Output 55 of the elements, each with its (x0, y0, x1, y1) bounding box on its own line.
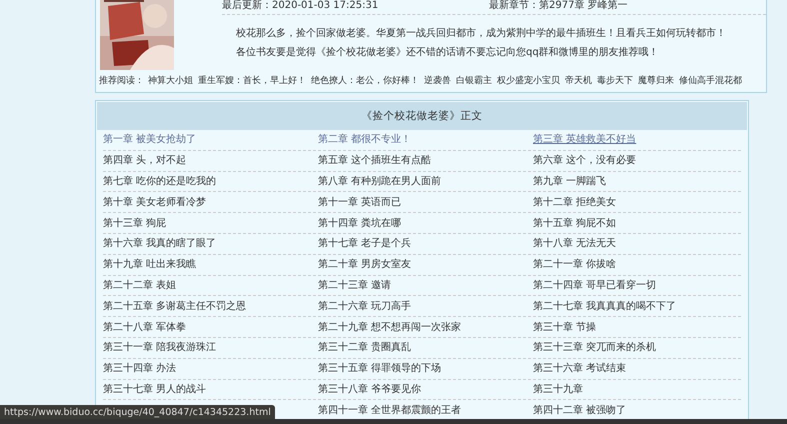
chapter-link[interactable]: 第二章 都很不专业！ (318, 132, 412, 148)
chapter-link[interactable]: 第二十四章 哥早已看穿一切 (533, 278, 656, 293)
recommend-link[interactable]: 毒步天下 (597, 74, 633, 88)
recommend-link[interactable]: 白银霸主 (456, 74, 492, 88)
chapter-link[interactable]: 第十七章 老子是个兵 (318, 236, 412, 252)
chapter-link[interactable]: 第二十章 男房女室友 (318, 257, 412, 272)
list-title: 《捡个校花做老婆》正文 (97, 102, 747, 130)
recommend-link[interactable]: 重生军嫂：首长，早上好！ (198, 74, 306, 88)
chapter-link[interactable]: 第七章 吃你的还是吃我的 (103, 174, 216, 189)
description-text: 校花那么多，捡个回家做老婆。华夏第一战兵回归都市，成为紫荆中学的最牛插班生！且看兵王如何玩转都市！ (236, 26, 727, 41)
chapter-link[interactable]: 第十六章 我真的瞎了眼了 (103, 236, 216, 252)
chapter-link[interactable]: 第四十一章 全世界都震颤的王者 (318, 402, 462, 418)
chapter-link[interactable]: 第一章 被美女抢劫了 (103, 132, 196, 148)
chapter-link[interactable]: 第四章 头，对不起 (103, 153, 186, 168)
chapter-link[interactable]: 第三十一章 陪我夜游珠江 (103, 340, 216, 356)
chapter-link[interactable]: 第三章 英雄救美不好当 (533, 132, 636, 148)
chapter-link[interactable]: 第十九章 吐出来我瞧 (103, 257, 196, 272)
recommend-label: 推荐阅读： (99, 74, 144, 88)
chapter-link[interactable]: 第二十二章 表姐 (103, 278, 176, 293)
chapter-link[interactable]: 第二十六章 玩刀高手 (318, 298, 412, 314)
chapter-link[interactable]: 第八章 有种别跪在男人面前 (318, 174, 442, 189)
chapter-link[interactable]: 第十四章 粪坑在哪 (318, 216, 402, 231)
chapter-link[interactable]: 第二十五章 多谢葛主任不罚之恩 (103, 298, 246, 314)
chapter-link[interactable]: 第三十五章 得罪领导的下场 (318, 361, 442, 376)
chapter-link[interactable]: 第三十章 节操 (533, 320, 596, 335)
recommend-link[interactable]: 逆袭兽 (424, 74, 451, 88)
recommend-link[interactable]: 修仙高手混花都 (679, 74, 742, 88)
recommend-link[interactable]: 权少盛宠小宝贝 (497, 74, 560, 88)
chapter-link[interactable]: 第十三章 狗屁 (103, 216, 166, 231)
chapter-link[interactable]: 第十一章 英语而已 (318, 194, 402, 210)
recommend-link[interactable]: 神算大小姐 (148, 74, 193, 88)
chapter-link[interactable]: 第六章 这个，没有必要 (533, 153, 636, 168)
chapter-link[interactable]: 第二十八章 军体拳 (103, 320, 186, 335)
chapter-link[interactable]: 第三十二章 贵圈真乱 (318, 340, 412, 356)
chapter-link[interactable]: 第三十三章 突兀而来的杀机 (533, 340, 656, 356)
chapter-link[interactable]: 第九章 一脚踹飞 (533, 174, 606, 189)
chapter-link[interactable]: 第三十四章 办法 (103, 361, 176, 376)
chapter-link[interactable]: 第十八章 无法无天 (533, 236, 616, 252)
chapter-link[interactable]: 第三十八章 爷爷要见你 (318, 382, 422, 397)
chapter-link[interactable]: 第二十三章 邀请 (318, 278, 392, 293)
chapter-link[interactable]: 第二十七章 我真真真的喝不下了 (533, 298, 676, 314)
chapter-link[interactable]: 第三十六章 考试结束 (533, 361, 626, 376)
recommend-link[interactable]: 帝天机 (565, 74, 592, 88)
chapter-link[interactable]: 第五章 这个插班生有点酷 (318, 153, 432, 168)
chapter-link[interactable]: 第四十二章 被强吻了 (533, 402, 626, 418)
chapter-link[interactable]: 第三十七章 男人的战斗 (103, 382, 206, 397)
recommend-link[interactable]: 魔尊归来 (638, 74, 674, 88)
chapter-link[interactable]: 第十五章 狗屁不如 (533, 216, 616, 231)
recommend-link[interactable]: 绝色撩人：老公，你好棒！ (311, 74, 419, 88)
chapter-link[interactable]: 第二十九章 想不想再闯一次张家 (318, 320, 462, 335)
chapter-link[interactable]: 第十二章 拒绝美女 (533, 194, 616, 210)
chapter-link[interactable]: 第三十九章 (533, 382, 583, 397)
chapter-link[interactable]: 第二十一章 你拔啥 (533, 257, 616, 272)
description-text: 各位书友要是觉得《捡个校花做老婆》还不错的话请不要忘记向您qq群和微博里的朋友推荐哦！ (236, 46, 660, 60)
chapter-link[interactable]: 第十章 美女老师看冷梦 (103, 194, 206, 210)
